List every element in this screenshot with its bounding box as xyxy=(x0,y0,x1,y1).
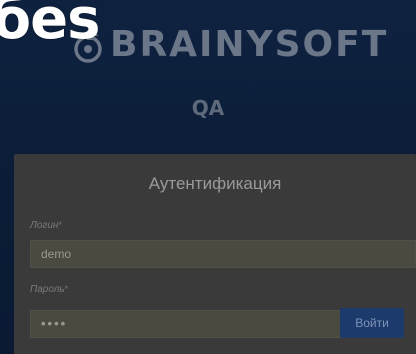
login-label-text: Логин xyxy=(30,220,59,231)
auth-title: Аутентификация xyxy=(148,174,282,193)
overlay-title: бes xyxy=(0,0,100,52)
brand-name: BRAINYSOFT xyxy=(110,24,389,65)
required-mark: * xyxy=(64,284,69,294)
login-button[interactable]: Войти xyxy=(340,308,404,338)
password-label: Пароль* xyxy=(30,284,68,295)
login-label: Логин* xyxy=(30,220,62,231)
password-label-text: Пароль xyxy=(30,284,65,295)
brand-logo: BRAINYSOFT xyxy=(70,24,388,65)
auth-card: Аутентификация Логин* demo Пароль* •••• … xyxy=(14,154,416,354)
brand-subtitle: QA xyxy=(191,96,225,120)
password-input[interactable]: •••• xyxy=(30,310,344,338)
required-mark: * xyxy=(58,220,62,230)
login-input[interactable]: demo xyxy=(30,240,416,268)
login-page: BRAINYSOFT бes QA Аутентификация Логин* … xyxy=(0,0,416,354)
